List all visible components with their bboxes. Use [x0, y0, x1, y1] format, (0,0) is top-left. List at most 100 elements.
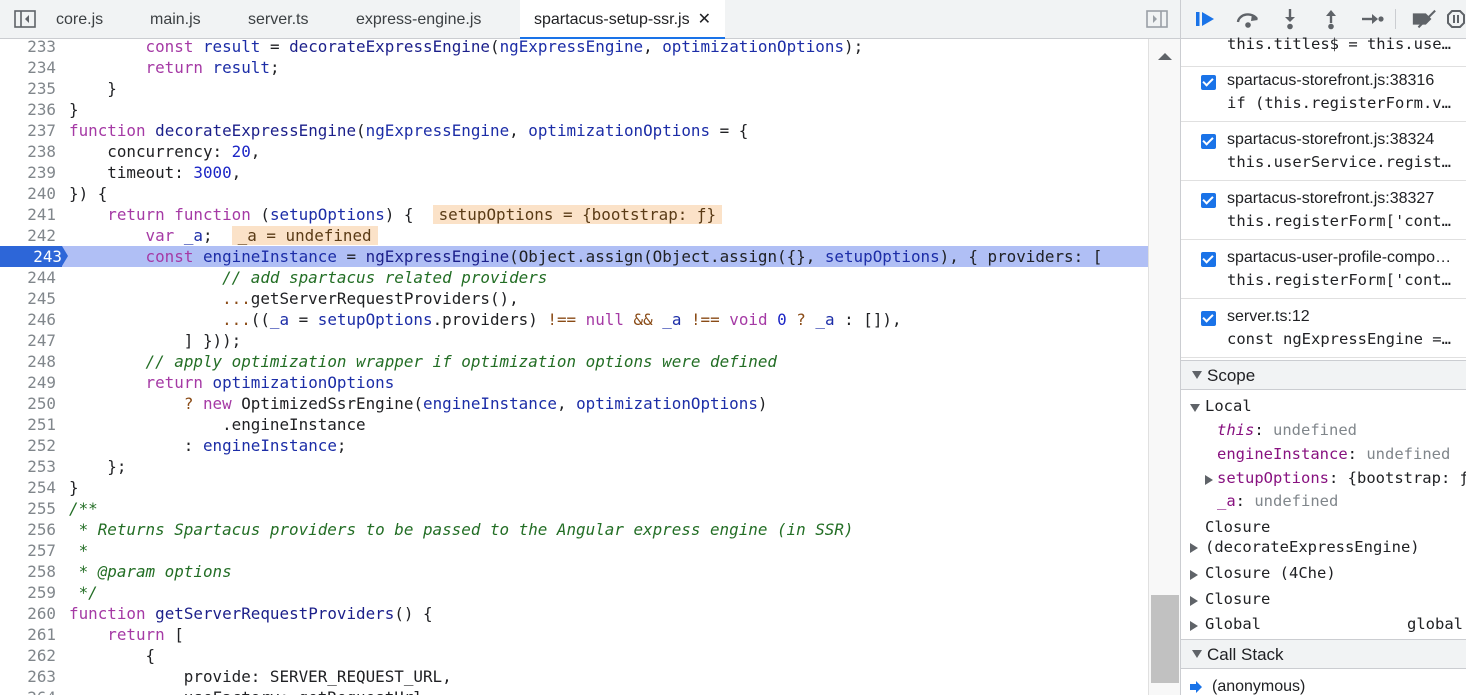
line-number[interactable]: 236	[0, 99, 56, 120]
close-icon[interactable]: ✕	[698, 11, 711, 28]
code-text: }) {	[69, 184, 108, 203]
code-text: */	[69, 583, 98, 602]
callstack-section-header[interactable]: Call Stack	[1181, 639, 1466, 669]
expand-triangle-icon[interactable]	[1190, 569, 1198, 580]
code-text: }	[69, 100, 79, 119]
breakpoint-source: this.userService.register({	[1227, 153, 1459, 171]
tab-core-js[interactable]: core.js	[56, 0, 103, 39]
breakpoint-checkbox[interactable]	[1201, 75, 1216, 90]
breakpoint-checkbox[interactable]	[1201, 193, 1216, 208]
tab-spartacus-setup-ssr-js[interactable]: spartacus-setup-ssr.js ✕	[520, 0, 726, 39]
line-number[interactable]: 247	[0, 330, 56, 351]
line-number[interactable]: 255	[0, 498, 56, 519]
scope-variable[interactable]: _a: undefined	[1181, 490, 1466, 513]
tab-label: express-engine.js	[356, 11, 482, 28]
code-text: .engineInstance	[69, 415, 366, 434]
code-text: useFactory: getRequestUrl,	[69, 687, 433, 695]
line-number[interactable]: 233	[0, 39, 56, 57]
breakpoint-item[interactable]: server.ts:12 const ngExpressEngine = ...	[1181, 300, 1466, 358]
variable-name: _a	[1217, 492, 1236, 510]
scope-variable[interactable]: this: undefined	[1181, 419, 1466, 442]
variable-value: undefined	[1273, 421, 1357, 439]
scope-variable[interactable]: setupOptions: {bootstrap: ƒ}	[1181, 467, 1466, 490]
line-number[interactable]: 243	[0, 246, 62, 267]
scope-global[interactable]: Global global	[1181, 613, 1466, 636]
expand-triangle-icon	[1192, 650, 1202, 658]
editor-scrollbar[interactable]	[1148, 39, 1180, 695]
line-number[interactable]: 252	[0, 435, 56, 456]
scrollbar-thumb[interactable]	[1151, 595, 1179, 683]
code-line: 235 }	[0, 78, 1148, 99]
line-number[interactable]: 240	[0, 183, 56, 204]
line-number[interactable]: 246	[0, 309, 56, 330]
tab-server-ts[interactable]: server.ts	[248, 0, 308, 39]
scope-closure[interactable]: (decorateExpressEngine)	[1181, 536, 1466, 559]
code-line: 250 ? new OptimizedSsrEngine(engineInsta…	[0, 393, 1148, 414]
line-number[interactable]: 238	[0, 141, 56, 162]
breakpoint-item[interactable]: spartacus-user-profile-components.js thi…	[1181, 241, 1466, 299]
code-line: 251 .engineInstance	[0, 414, 1148, 435]
scope-section-header[interactable]: Scope	[1181, 360, 1466, 390]
line-number[interactable]: 251	[0, 414, 56, 435]
breakpoint-item[interactable]: this.titles$ = this.userService.titles$	[1181, 20, 1466, 67]
line-number[interactable]: 253	[0, 456, 56, 477]
line-number[interactable]: 249	[0, 372, 56, 393]
scope-variable[interactable]: engineInstance: undefined	[1181, 443, 1466, 466]
line-number[interactable]: 250	[0, 393, 56, 414]
line-number[interactable]: 241	[0, 204, 56, 225]
line-number[interactable]: 235	[0, 78, 56, 99]
line-number[interactable]: 264	[0, 687, 56, 695]
breakpoint-item[interactable]: spartacus-storefront.js:38327 this.regis…	[1181, 182, 1466, 240]
code-line: 236}	[0, 99, 1148, 120]
execution-marker-icon	[62, 246, 68, 266]
code-line: 239 timeout: 3000,	[0, 162, 1148, 183]
line-number[interactable]: 239	[0, 162, 56, 183]
breakpoint-checkbox[interactable]	[1201, 134, 1216, 149]
breakpoint-location: spartacus-storefront.js:38316	[1227, 72, 1435, 89]
scope-local[interactable]: Local	[1181, 395, 1466, 418]
expand-triangle-icon	[1192, 371, 1202, 379]
scroll-up-icon[interactable]	[1158, 53, 1172, 60]
expand-triangle-icon[interactable]	[1205, 474, 1213, 485]
line-number[interactable]: 254	[0, 477, 56, 498]
line-number[interactable]: 245	[0, 288, 56, 309]
code-text: };	[69, 457, 127, 476]
line-number[interactable]: 248	[0, 351, 56, 372]
line-number[interactable]: 263	[0, 666, 56, 687]
tab-express-engine-js[interactable]: express-engine.js	[356, 0, 481, 39]
line-number[interactable]: 237	[0, 120, 56, 141]
line-number[interactable]: 257	[0, 540, 56, 561]
tab-main-js[interactable]: main.js	[150, 0, 201, 39]
callstack-frame[interactable]: (anonymous)	[1181, 675, 1466, 695]
variable-separator: :	[1235, 492, 1255, 510]
line-number[interactable]: 244	[0, 267, 56, 288]
line-number[interactable]: 261	[0, 624, 56, 645]
scope-closure[interactable]: Closure (4Che)	[1181, 562, 1466, 585]
code-editor[interactable]: 233 const result = decorateExpressEngine…	[0, 39, 1148, 695]
line-number[interactable]: 234	[0, 57, 56, 78]
breakpoint-item[interactable]: spartacus-storefront.js:38324 this.userS…	[1181, 123, 1466, 181]
code-line: 241 return function (setupOptions) { set…	[0, 204, 1148, 225]
code-line: 253 };	[0, 456, 1148, 477]
line-number[interactable]: 256	[0, 519, 56, 540]
breakpoint-source: const ngExpressEngine = ...	[1227, 330, 1459, 348]
breakpoint-checkbox[interactable]	[1201, 311, 1216, 326]
breakpoint-checkbox[interactable]	[1201, 252, 1216, 267]
line-number[interactable]: 242	[0, 225, 56, 246]
variable-name: this	[1217, 421, 1255, 439]
line-number[interactable]: 260	[0, 603, 56, 624]
line-number[interactable]: 258	[0, 561, 56, 582]
line-number[interactable]: 259	[0, 582, 56, 603]
breakpoint-source: this.registerForm['controls']	[1227, 271, 1459, 289]
frame-name: (anonymous)	[1212, 678, 1306, 695]
toggle-debugger-icon[interactable]	[1145, 8, 1169, 30]
line-number[interactable]: 262	[0, 645, 56, 666]
expand-triangle-icon[interactable]	[1190, 595, 1198, 606]
breakpoint-item[interactable]: spartacus-storefront.js:38316 if (this.r…	[1181, 64, 1466, 122]
code-line: 248 // apply optimization wrapper if opt…	[0, 351, 1148, 372]
code-line: 247 ] }));	[0, 330, 1148, 351]
expand-triangle-icon[interactable]	[1190, 542, 1198, 553]
scope-closure[interactable]: Closure	[1181, 588, 1466, 611]
toggle-navigator-icon[interactable]	[13, 8, 37, 30]
expand-triangle-icon[interactable]	[1190, 620, 1198, 631]
